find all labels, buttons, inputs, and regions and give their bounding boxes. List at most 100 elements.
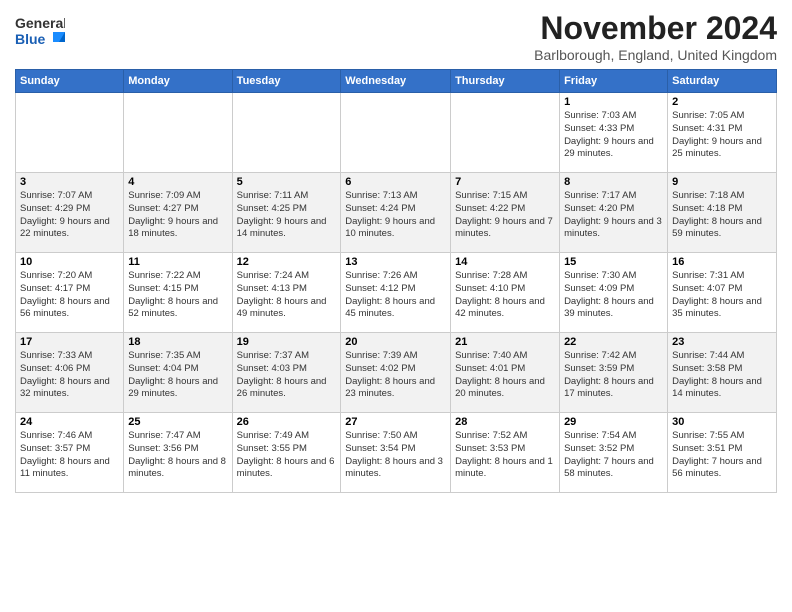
calendar-cell: 7 Sunrise: 7:15 AM Sunset: 4:22 PM Daylig… xyxy=(451,173,560,253)
day-number: 17 xyxy=(20,336,119,348)
week-row-4: 24Sunrise: 7:46 AM Sunset: 3:57 PM Dayli… xyxy=(16,413,777,493)
calendar-cell xyxy=(16,93,124,173)
week-row-3: 17 Sunrise: 7:33 AM Sunset: 4:06 PM Dayli… xyxy=(16,333,777,413)
day-number: 22 xyxy=(564,336,663,348)
svg-text:General: General xyxy=(15,15,65,31)
day-number: 29 xyxy=(564,416,663,428)
week-row-0: 1 Sunrise: 7:03 AM Sunset: 4:33 PM Daylig… xyxy=(16,93,777,173)
calendar-cell: 30 Sunrise: 7:55 AM Sunset: 3:51 PM Dayli… xyxy=(668,413,777,493)
header-tuesday: Tuesday xyxy=(232,70,341,93)
day-number: 7 xyxy=(455,176,555,188)
day-info: Sunrise: 7:24 AM Sunset: 4:13 PM Dayligh… xyxy=(237,270,337,321)
calendar-cell: 8 Sunrise: 7:17 AM Sunset: 4:20 PM Daylig… xyxy=(560,173,668,253)
day-number: 5 xyxy=(237,176,337,188)
day-info: Sunrise: 7:18 AM Sunset: 4:18 PM Dayligh… xyxy=(672,190,772,241)
logo: General Blue xyxy=(15,10,65,50)
calendar-cell: 23Sunrise: 7:44 AM Sunset: 3:58 PM Dayli… xyxy=(668,333,777,413)
calendar-cell: 16 Sunrise: 7:31 AM Sunset: 4:07 PM Dayli… xyxy=(668,253,777,333)
calendar-cell: 12 Sunrise: 7:24 AM Sunset: 4:13 PM Dayli… xyxy=(232,253,341,333)
calendar-cell: 18 Sunrise: 7:35 AM Sunset: 4:04 PM Dayli… xyxy=(124,333,232,413)
header-sunday: Sunday xyxy=(16,70,124,93)
day-info: Sunrise: 7:15 AM Sunset: 4:22 PM Dayligh… xyxy=(455,190,555,241)
day-number: 11 xyxy=(128,256,227,268)
day-number: 16 xyxy=(672,256,772,268)
month-title: November 2024 xyxy=(534,10,777,47)
day-info: Sunrise: 7:52 AM Sunset: 3:53 PM Dayligh… xyxy=(455,430,555,481)
calendar-cell: 11 Sunrise: 7:22 AM Sunset: 4:15 PM Dayli… xyxy=(124,253,232,333)
day-info: Sunrise: 7:50 AM Sunset: 3:54 PM Dayligh… xyxy=(345,430,446,481)
day-info: Sunrise: 7:44 AM Sunset: 3:58 PM Dayligh… xyxy=(672,350,772,401)
day-info: Sunrise: 7:03 AM Sunset: 4:33 PM Dayligh… xyxy=(564,110,663,161)
day-number: 3 xyxy=(20,176,119,188)
calendar-cell: 9Sunrise: 7:18 AM Sunset: 4:18 PM Daylig… xyxy=(668,173,777,253)
day-info: Sunrise: 7:39 AM Sunset: 4:02 PM Dayligh… xyxy=(345,350,446,401)
header-monday: Monday xyxy=(124,70,232,93)
day-info: Sunrise: 7:40 AM Sunset: 4:01 PM Dayligh… xyxy=(455,350,555,401)
day-info: Sunrise: 7:30 AM Sunset: 4:09 PM Dayligh… xyxy=(564,270,663,321)
header-thursday: Thursday xyxy=(451,70,560,93)
day-number: 25 xyxy=(128,416,227,428)
day-number: 20 xyxy=(345,336,446,348)
day-number: 24 xyxy=(20,416,119,428)
calendar-cell: 22 Sunrise: 7:42 AM Sunset: 3:59 PM Dayli… xyxy=(560,333,668,413)
calendar-cell: 5 Sunrise: 7:11 AM Sunset: 4:25 PM Daylig… xyxy=(232,173,341,253)
day-info: Sunrise: 7:49 AM Sunset: 3:55 PM Dayligh… xyxy=(237,430,337,481)
day-info: Sunrise: 7:28 AM Sunset: 4:10 PM Dayligh… xyxy=(455,270,555,321)
calendar-header-row: Sunday Monday Tuesday Wednesday Thursday… xyxy=(16,70,777,93)
calendar-cell: 20 Sunrise: 7:39 AM Sunset: 4:02 PM Dayli… xyxy=(341,333,451,413)
day-info: Sunrise: 7:55 AM Sunset: 3:51 PM Dayligh… xyxy=(672,430,772,481)
calendar-cell: 13Sunrise: 7:26 AM Sunset: 4:12 PM Dayli… xyxy=(341,253,451,333)
day-number: 30 xyxy=(672,416,772,428)
calendar-cell: 15 Sunrise: 7:30 AM Sunset: 4:09 PM Dayli… xyxy=(560,253,668,333)
day-number: 12 xyxy=(237,256,337,268)
week-row-2: 10 Sunrise: 7:20 AM Sunset: 4:17 PM Dayli… xyxy=(16,253,777,333)
day-info: Sunrise: 7:47 AM Sunset: 3:56 PM Dayligh… xyxy=(128,430,227,481)
calendar-cell xyxy=(124,93,232,173)
day-info: Sunrise: 7:35 AM Sunset: 4:04 PM Dayligh… xyxy=(128,350,227,401)
day-info: Sunrise: 7:42 AM Sunset: 3:59 PM Dayligh… xyxy=(564,350,663,401)
day-number: 21 xyxy=(455,336,555,348)
day-info: Sunrise: 7:37 AM Sunset: 4:03 PM Dayligh… xyxy=(237,350,337,401)
day-info: Sunrise: 7:11 AM Sunset: 4:25 PM Dayligh… xyxy=(237,190,337,241)
calendar-cell: 17 Sunrise: 7:33 AM Sunset: 4:06 PM Dayli… xyxy=(16,333,124,413)
calendar-cell: 27Sunrise: 7:50 AM Sunset: 3:54 PM Dayli… xyxy=(341,413,451,493)
day-number: 1 xyxy=(564,96,663,108)
day-number: 8 xyxy=(564,176,663,188)
calendar-cell: 19Sunrise: 7:37 AM Sunset: 4:03 PM Dayli… xyxy=(232,333,341,413)
day-info: Sunrise: 7:13 AM Sunset: 4:24 PM Dayligh… xyxy=(345,190,446,241)
calendar-cell: 21 Sunrise: 7:40 AM Sunset: 4:01 PM Dayli… xyxy=(451,333,560,413)
day-number: 15 xyxy=(564,256,663,268)
calendar-cell xyxy=(341,93,451,173)
day-info: Sunrise: 7:31 AM Sunset: 4:07 PM Dayligh… xyxy=(672,270,772,321)
day-info: Sunrise: 7:54 AM Sunset: 3:52 PM Dayligh… xyxy=(564,430,663,481)
calendar-cell xyxy=(232,93,341,173)
header-friday: Friday xyxy=(560,70,668,93)
day-number: 28 xyxy=(455,416,555,428)
day-number: 4 xyxy=(128,176,227,188)
calendar-cell: 6 Sunrise: 7:13 AM Sunset: 4:24 PM Daylig… xyxy=(341,173,451,253)
header: General Blue November 2024 Barlborough, … xyxy=(15,10,777,63)
calendar-table: Sunday Monday Tuesday Wednesday Thursday… xyxy=(15,69,777,493)
day-info: Sunrise: 7:05 AM Sunset: 4:31 PM Dayligh… xyxy=(672,110,772,161)
day-info: Sunrise: 7:17 AM Sunset: 4:20 PM Dayligh… xyxy=(564,190,663,241)
calendar-cell: 3 Sunrise: 7:07 AM Sunset: 4:29 PM Daylig… xyxy=(16,173,124,253)
day-number: 14 xyxy=(455,256,555,268)
day-number: 6 xyxy=(345,176,446,188)
calendar-cell: 28 Sunrise: 7:52 AM Sunset: 3:53 PM Dayli… xyxy=(451,413,560,493)
day-info: Sunrise: 7:07 AM Sunset: 4:29 PM Dayligh… xyxy=(20,190,119,241)
day-number: 13 xyxy=(345,256,446,268)
calendar-cell: 1 Sunrise: 7:03 AM Sunset: 4:33 PM Daylig… xyxy=(560,93,668,173)
day-info: Sunrise: 7:20 AM Sunset: 4:17 PM Dayligh… xyxy=(20,270,119,321)
page: General Blue November 2024 Barlborough, … xyxy=(0,0,792,612)
calendar-cell: 24Sunrise: 7:46 AM Sunset: 3:57 PM Dayli… xyxy=(16,413,124,493)
calendar-cell: 29 Sunrise: 7:54 AM Sunset: 3:52 PM Dayli… xyxy=(560,413,668,493)
calendar-cell: 14 Sunrise: 7:28 AM Sunset: 4:10 PM Dayli… xyxy=(451,253,560,333)
header-wednesday: Wednesday xyxy=(341,70,451,93)
week-row-1: 3 Sunrise: 7:07 AM Sunset: 4:29 PM Daylig… xyxy=(16,173,777,253)
day-info: Sunrise: 7:22 AM Sunset: 4:15 PM Dayligh… xyxy=(128,270,227,321)
day-info: Sunrise: 7:33 AM Sunset: 4:06 PM Dayligh… xyxy=(20,350,119,401)
logo-svg: General Blue xyxy=(15,10,65,50)
day-number: 10 xyxy=(20,256,119,268)
day-number: 18 xyxy=(128,336,227,348)
calendar-cell: 2Sunrise: 7:05 AM Sunset: 4:31 PM Daylig… xyxy=(668,93,777,173)
